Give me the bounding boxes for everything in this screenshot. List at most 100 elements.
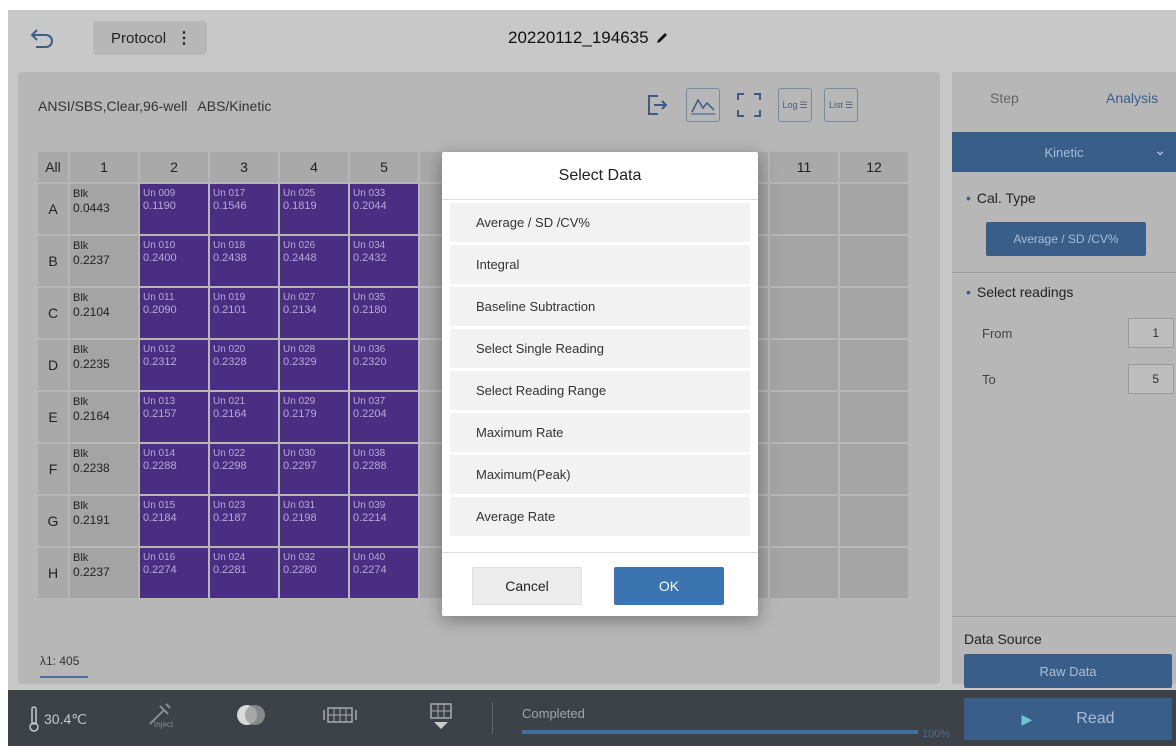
well-cell[interactable]: Un 016 0.2274 (140, 548, 208, 598)
from-input[interactable]: 1 (1128, 318, 1174, 348)
well-cell[interactable] (770, 184, 838, 234)
kinetic-dropdown[interactable]: Kinetic ⌄ (952, 132, 1176, 172)
well-cell[interactable]: Un 035 0.2180 (350, 288, 418, 338)
well-cell[interactable]: Un 030 0.2297 (280, 444, 348, 494)
well-cell[interactable] (840, 236, 908, 286)
tab-analysis[interactable]: Analysis (1106, 90, 1158, 106)
well-cell[interactable] (840, 184, 908, 234)
tab-step[interactable]: Step (990, 90, 1019, 106)
dialog-option[interactable]: Maximum Rate (450, 413, 750, 452)
well-cell[interactable] (840, 392, 908, 442)
expand-button[interactable] (732, 88, 766, 122)
dialog-option[interactable]: Integral (450, 245, 750, 284)
well-cell[interactable]: Un 023 0.2187 (210, 496, 278, 546)
run-title[interactable]: 20220112_194635 (508, 28, 669, 48)
well-cell[interactable]: Blk 0.2104 (70, 288, 138, 338)
dialog-option[interactable]: Select Single Reading (450, 329, 750, 368)
column-header[interactable]: 11 (770, 152, 838, 182)
column-header[interactable]: 5 (350, 152, 418, 182)
well-cell[interactable]: Blk 0.2191 (70, 496, 138, 546)
well-cell[interactable]: Blk 0.2238 (70, 444, 138, 494)
well-cell[interactable]: Un 029 0.2179 (280, 392, 348, 442)
dialog-option[interactable]: Baseline Subtraction (450, 287, 750, 326)
plate-eject-button[interactable] (428, 702, 454, 738)
row-header[interactable]: G (38, 496, 68, 546)
well-cell[interactable]: Un 019 0.2101 (210, 288, 278, 338)
well-cell[interactable]: Un 037 0.2204 (350, 392, 418, 442)
well-cell[interactable]: Un 012 0.2312 (140, 340, 208, 390)
plate-layout-button[interactable] (322, 702, 358, 734)
row-header[interactable]: B (38, 236, 68, 286)
well-cell[interactable]: Blk 0.2235 (70, 340, 138, 390)
dialog-option[interactable]: Average Rate (450, 497, 750, 536)
dialog-option[interactable]: Average / SD /CV% (450, 203, 750, 242)
well-cell[interactable]: Un 022 0.2298 (210, 444, 278, 494)
select-all-header[interactable]: All (38, 152, 68, 182)
row-header[interactable]: A (38, 184, 68, 234)
row-header[interactable]: H (38, 548, 68, 598)
well-cell[interactable]: Un 017 0.1546 (210, 184, 278, 234)
well-cell[interactable]: Blk 0.0443 (70, 184, 138, 234)
well-cell[interactable]: Un 039 0.2214 (350, 496, 418, 546)
well-cell[interactable] (840, 444, 908, 494)
well-cell[interactable]: Un 027 0.2134 (280, 288, 348, 338)
well-cell[interactable] (840, 340, 908, 390)
row-header[interactable]: F (38, 444, 68, 494)
well-cell[interactable] (770, 236, 838, 286)
well-cell[interactable]: Un 011 0.2090 (140, 288, 208, 338)
well-cell[interactable]: Un 009 0.1190 (140, 184, 208, 234)
well-cell[interactable] (770, 340, 838, 390)
dialog-option[interactable]: Maximum(Peak) (450, 455, 750, 494)
wavelength-tab[interactable]: λ1: 405 (40, 654, 88, 678)
well-cell[interactable] (770, 392, 838, 442)
protocol-button[interactable]: Protocol ⋮ (93, 21, 207, 55)
to-input[interactable]: 5 (1128, 364, 1174, 394)
well-cell[interactable]: Blk 0.2237 (70, 548, 138, 598)
well-cell[interactable]: Un 024 0.2281 (210, 548, 278, 598)
well-cell[interactable]: Un 014 0.2288 (140, 444, 208, 494)
row-header[interactable]: E (38, 392, 68, 442)
well-cell[interactable]: Un 025 0.1819 (280, 184, 348, 234)
column-header[interactable]: 3 (210, 152, 278, 182)
well-cell[interactable]: Un 015 0.2184 (140, 496, 208, 546)
well-cell[interactable] (770, 288, 838, 338)
log-view-button[interactable]: Log ☰ (778, 88, 812, 122)
dialog-option[interactable]: Select Reading Range (450, 371, 750, 410)
ok-button[interactable]: OK (614, 567, 724, 605)
well-cell[interactable] (840, 496, 908, 546)
shake-button[interactable] (234, 702, 268, 734)
well-cell[interactable] (840, 288, 908, 338)
list-view-button[interactable]: List ☰ (824, 88, 858, 122)
well-cell[interactable]: Un 010 0.2400 (140, 236, 208, 286)
row-header[interactable]: D (38, 340, 68, 390)
well-cell[interactable]: Un 034 0.2432 (350, 236, 418, 286)
column-header[interactable]: 2 (140, 152, 208, 182)
export-button[interactable] (640, 88, 674, 122)
row-header[interactable]: C (38, 288, 68, 338)
temperature-display[interactable]: 30.4℃ (28, 706, 87, 732)
well-cell[interactable] (770, 444, 838, 494)
well-cell[interactable]: Un 021 0.2164 (210, 392, 278, 442)
well-cell[interactable]: Blk 0.2164 (70, 392, 138, 442)
well-cell[interactable]: Un 040 0.2274 (350, 548, 418, 598)
well-cell[interactable] (770, 548, 838, 598)
well-cell[interactable]: Un 038 0.2288 (350, 444, 418, 494)
column-header[interactable]: 12 (840, 152, 908, 182)
cancel-button[interactable]: Cancel (472, 567, 582, 605)
well-cell[interactable]: Un 013 0.2157 (140, 392, 208, 442)
cal-type-button[interactable]: Average / SD /CV% (986, 222, 1146, 256)
well-cell[interactable]: Un 020 0.2328 (210, 340, 278, 390)
well-cell[interactable]: Un 028 0.2329 (280, 340, 348, 390)
well-cell[interactable]: Un 036 0.2320 (350, 340, 418, 390)
column-header[interactable]: 1 (70, 152, 138, 182)
well-cell[interactable]: Un 031 0.2198 (280, 496, 348, 546)
inject-button[interactable] (146, 702, 172, 734)
well-cell[interactable]: Un 018 0.2438 (210, 236, 278, 286)
back-button[interactable] (28, 24, 58, 54)
column-header[interactable]: 4 (280, 152, 348, 182)
well-cell[interactable] (840, 548, 908, 598)
chart-view-button[interactable] (686, 88, 720, 122)
read-button[interactable]: ▶ Read (964, 698, 1172, 740)
well-cell[interactable]: Un 032 0.2280 (280, 548, 348, 598)
raw-data-button[interactable]: Raw Data (964, 654, 1172, 688)
